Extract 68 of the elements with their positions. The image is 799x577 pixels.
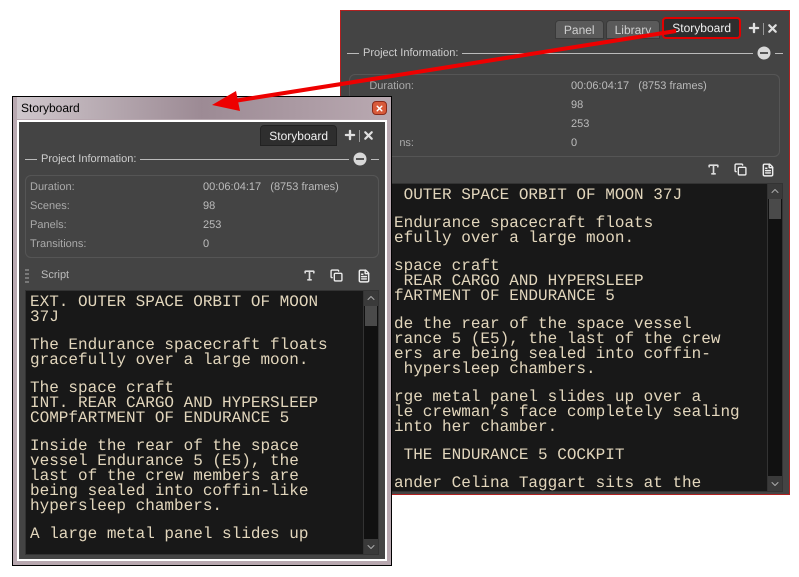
close-button[interactable]: [372, 101, 387, 115]
collapse-icon[interactable]: [757, 46, 771, 60]
script-line: THE ENDURANCE 5 COCKPIT: [402, 448, 626, 462]
scrollbar-thumb[interactable]: [365, 306, 377, 326]
add-icon[interactable]: [747, 21, 761, 35]
script-line: de the rear of the space vessel: [394, 316, 693, 332]
panel-tab[interactable]: Panel: [554, 20, 604, 39]
script-line: OUTER SPACE ORBIT OF MOON 37J: [402, 188, 684, 202]
script-line: ers are being sealed into coffin-: [394, 346, 712, 362]
panel-tab[interactable]: Storyboard: [662, 17, 741, 39]
close-icon[interactable]: [362, 129, 375, 142]
section-title: Project Information:: [363, 46, 458, 61]
script-line: Inside the rear of the space: [30, 438, 300, 454]
script-line: gracefully over a large moon.: [30, 352, 310, 368]
info-label: Scenes:: [30, 199, 71, 214]
window-icon[interactable]: [330, 269, 343, 282]
script-line: rance 5 (E5), the last of the crew: [394, 332, 722, 346]
script-line: Endurance spacecraft floats: [394, 216, 654, 230]
info-label: Duration:: [369, 79, 414, 94]
script-line: hypersleep chambers.: [402, 362, 597, 376]
close-icon[interactable]: [766, 22, 779, 35]
info-value: 0: [203, 237, 210, 252]
info-label: Transitions:: [30, 237, 88, 252]
window-title: Storyboard: [21, 100, 80, 117]
info-label: Duration:: [30, 180, 76, 196]
script-line: INT. REAR CARGO AND HYPERSLEEP: [30, 396, 320, 410]
text-format-icon[interactable]: [303, 269, 316, 282]
info-value: 00:06:04:17 (8753 frames): [571, 79, 707, 94]
script-line: COMPfARTMENT OF ENDURANCE 5: [30, 410, 290, 426]
script-line: rge metal panel slides up over a: [394, 390, 702, 404]
script-line: The space craft: [30, 380, 176, 396]
script-label: Script: [41, 268, 70, 284]
script-line: being sealed into coffin-like: [30, 484, 310, 498]
info-value: 253: [203, 218, 222, 234]
script-line: le crewman’s face completely sealing: [394, 404, 741, 420]
scrollbar-thumb[interactable]: [769, 198, 781, 218]
script-line: EXT. OUTER SPACE ORBIT OF MOON: [30, 294, 320, 310]
script-line: into her chamber.: [394, 420, 558, 434]
info-value: 00:06:04:17 (8753 frames): [203, 180, 339, 196]
close-icon: [375, 104, 384, 112]
scrollbar[interactable]: [363, 290, 378, 554]
script-line: ander Celina Taggart sits at the: [394, 476, 702, 490]
script-line: REAR CARGO AND HYPERSLEEP: [404, 274, 645, 288]
script-line: efully over a large moon.: [394, 230, 636, 246]
info-value: 253: [571, 117, 590, 132]
document-menu-icon[interactable]: [761, 162, 775, 176]
info-label: Panels:: [30, 218, 68, 234]
panel-tab[interactable]: Storyboard: [260, 125, 337, 146]
scrollbar[interactable]: [767, 184, 782, 491]
script-line: vessel Endurance 5 (E5), the: [30, 454, 300, 468]
collapse-icon[interactable]: [353, 152, 367, 166]
info-value: 98: [203, 199, 216, 214]
script-line: last of the crew members are: [30, 468, 299, 484]
script-line: 37J: [30, 310, 60, 324]
info-value: 98: [571, 98, 584, 114]
script-line: hypersleep chambers.: [30, 498, 224, 514]
script-line: A large metal panel slides up: [30, 526, 310, 542]
info-label: ns:: [399, 136, 414, 152]
script-line: space craft: [394, 258, 501, 274]
info-value: 0: [571, 136, 578, 152]
text-format-icon[interactable]: [707, 163, 720, 176]
script-line: The Endurance spacecraft floats: [30, 338, 329, 352]
section-title: Project Information:: [41, 152, 136, 167]
window-icon[interactable]: [734, 163, 747, 176]
script-line: fARTMENT OF ENDURANCE 5: [394, 288, 616, 304]
document-menu-icon[interactable]: [357, 268, 371, 282]
drag-handle[interactable]: [25, 268, 29, 282]
add-icon[interactable]: [343, 128, 357, 142]
